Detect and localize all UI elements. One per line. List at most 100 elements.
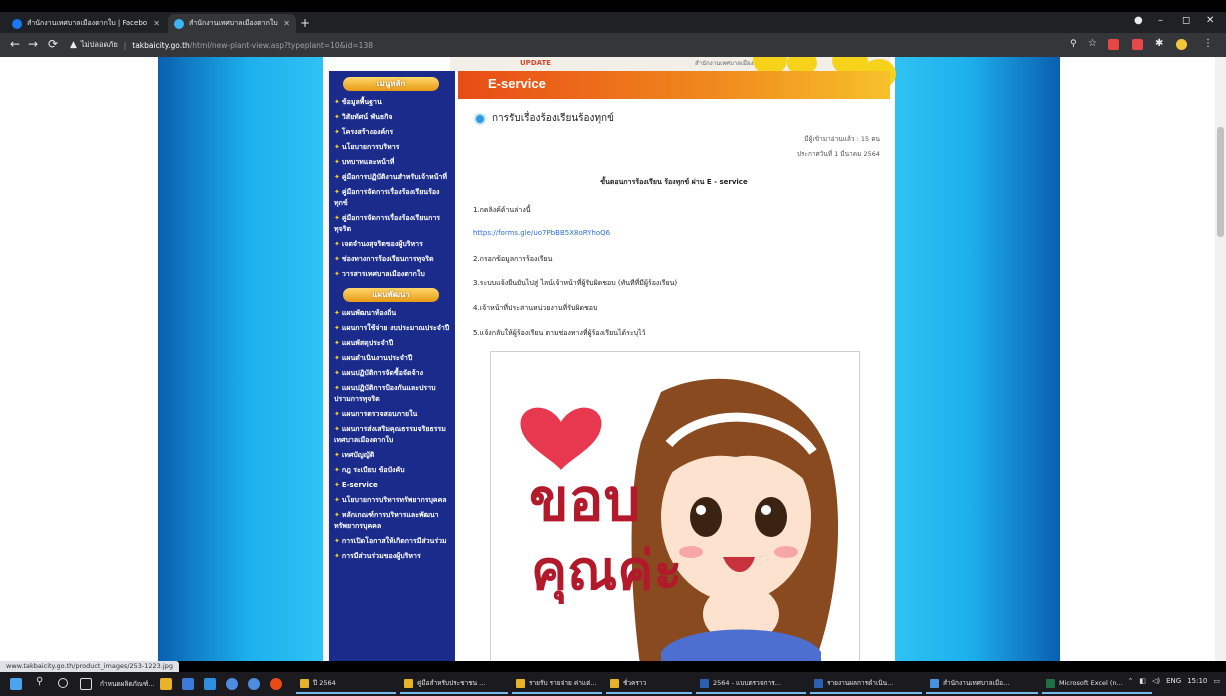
bullet-icon: ✦ (334, 158, 340, 166)
sidebar-item[interactable]: ✦ เทศบัญญัติ (329, 448, 455, 463)
menu-header-plan: แผนพัฒนา (343, 288, 439, 302)
extension-icon[interactable] (1108, 39, 1119, 50)
sidebar-item-label: แผนดำเนินงานประจำปี (341, 354, 413, 362)
sidebar-item-label: แผนการส่งเสริมคุณธรรมจริยธรรมเทศบาลเมือง… (334, 425, 446, 444)
tab-facebook[interactable]: สำนักงานเทศบาลเมืองตากใบ | Facebo ✕ (6, 14, 166, 33)
network-icon[interactable]: ◧ (1139, 677, 1146, 685)
bullet-icon: ✦ (334, 98, 340, 106)
banner-subtitle: สำนักงานเทศบาลเมือง (695, 60, 754, 67)
firefox-icon[interactable] (270, 678, 282, 690)
menu-icon[interactable]: ⋮ (1203, 38, 1213, 49)
bullet-icon: ✦ (334, 339, 340, 347)
sidebar-item[interactable]: ✦ โครงสร้างองค์กร (329, 125, 455, 140)
sidebar-item-label: เทศบัญญัติ (341, 451, 375, 459)
star-icon[interactable]: ☆ (1088, 38, 1097, 49)
sidebar-item[interactable]: ✦ นโยบายการบริหาร (329, 140, 455, 155)
view-count: มีผู้เข้ามาอ่านแล้ว : 15 คน (804, 135, 880, 143)
post-title: การรับเรื่องร้องเรียนร้องทุกข์ (474, 111, 614, 126)
volume-icon[interactable]: ◁) (1152, 677, 1160, 685)
system-tray: ⌃ ◧ ◁) ENG 15:10 ▭ (1127, 677, 1220, 685)
taskbar-app[interactable]: คู่มือสำหรับประชาชน ... (400, 674, 508, 694)
close-icon[interactable]: ✕ (283, 19, 290, 28)
thank-you-image[interactable]: ขอบ คุณค่ะ (490, 351, 860, 661)
taskbar-app[interactable]: ชั่วคราว (606, 674, 692, 694)
sidebar-item[interactable]: ✦ ช่องทางการร้องเรียนการทุจริต (329, 252, 455, 267)
taskbar-app[interactable]: รายงานผลการดำเนิน... (810, 674, 922, 694)
menu-header-main: เมนูหลัก (343, 77, 439, 91)
sidebar-item[interactable]: ✦ แผนการตรวจสอบภายใน (329, 407, 455, 422)
sidebar-item[interactable]: ✦ เจตจำนงสุจริตของผู้บริหาร (329, 237, 455, 252)
plan-menu-list: ✦ แผนพัฒนาท้องถิ่น ✦ แผนการใช้จ่าย งบประมาณ… (329, 306, 455, 564)
forward-button[interactable]: → (28, 37, 38, 51)
blush (774, 546, 798, 558)
browser-icon[interactable] (248, 678, 260, 690)
maximize-button[interactable]: ◻ (1182, 15, 1190, 26)
app-icon (404, 678, 413, 688)
back-button[interactable]: ← (10, 37, 20, 51)
sidebar-item[interactable]: ✦ คู่มือการปฏิบัติงานสำหรับเจ้าหน้าที่ (329, 170, 455, 185)
sidebar-item[interactable]: ✦ นโยบายการบริหารทรัพยากรบุคคล (329, 493, 455, 508)
search-icon[interactable]: ⚲ (36, 676, 48, 688)
bullet-icon: ✦ (334, 240, 340, 248)
taskbar-app[interactable]: ปี 2564 (296, 674, 396, 694)
sidebar-item[interactable]: ✦ บทบาทและหน้าที่ (329, 155, 455, 170)
minimize-button[interactable]: – (1158, 15, 1163, 26)
avatar[interactable] (1176, 39, 1187, 50)
sidebar-item[interactable]: ✦ แผนพัฒนาท้องถิ่น (329, 306, 455, 321)
task-view-icon[interactable] (80, 678, 92, 690)
sidebar-item[interactable]: ✦ แผนปฏิบัติการจัดซื้อจัดจ้าง (329, 366, 455, 381)
app-icon[interactable] (204, 678, 216, 690)
reload-button[interactable]: ⟳ (48, 37, 58, 51)
address-bar[interactable]: ▲ ไม่ปลอดภัย | takbaicity.go.th /html/ne… (70, 36, 1070, 54)
sidebar-item[interactable]: ✦ หลักเกณฑ์การบริหารและพัฒนาทรัพยากรบุคคล (329, 508, 455, 534)
sidebar-item[interactable]: ✦ คู่มือการจัดการเรื่องร้องเรียนร้องทุกข์ (329, 185, 455, 211)
sidebar-item-label: คู่มือการจัดการเรื่องร้องเรียนการทุจริต (334, 214, 441, 233)
extension-icon[interactable] (1132, 39, 1143, 50)
profile-icon[interactable]: ● (1134, 15, 1143, 26)
close-window-button[interactable]: ✕ (1206, 15, 1214, 26)
file-explorer-icon[interactable] (160, 678, 172, 690)
language-indicator[interactable]: ENG (1166, 677, 1181, 685)
sidebar-item[interactable]: ✦ แผนพัสดุประจำปี (329, 336, 455, 351)
bullet-icon: ✦ (334, 354, 340, 362)
taskbar-app[interactable]: กำหนดผลิตภัณฑ์... (96, 674, 156, 694)
taskbar-app[interactable]: 2564 - แบบตรวจการ... (696, 674, 806, 694)
page-scrollbar[interactable] (1215, 57, 1226, 661)
chrome-icon[interactable] (226, 678, 238, 690)
new-tab-button[interactable]: + (300, 16, 310, 30)
sidebar-item[interactable]: ✦ E-service (329, 478, 455, 493)
puzzle-icon[interactable]: ✱ (1155, 38, 1163, 49)
cortana-icon[interactable] (58, 678, 68, 688)
app-icon (1046, 678, 1055, 688)
form-link[interactable]: https://forms.gle/uo7PbBB5X8oRYhoQ6 (473, 229, 610, 237)
sidebar-item[interactable]: ✦ แผนการใช้จ่าย งบประมาณประจำปี (329, 321, 455, 336)
sidebar-item[interactable]: ✦ วารสารเทศบาลเมืองตากใบ (329, 267, 455, 282)
sidebar-item[interactable]: ✦ แผนปฏิบัติการป้องกันและปราบปรามการทุจริ… (329, 381, 455, 407)
bullet-icon: ✦ (334, 384, 340, 392)
taskbar-app-label: ปี 2564 (313, 679, 336, 687)
scrollbar-thumb[interactable] (1217, 127, 1224, 237)
sidebar-item[interactable]: ✦ แผนการส่งเสริมคุณธรรมจริยธรรมเทศบาลเมือ… (329, 422, 455, 448)
clock[interactable]: 15:10 (1187, 677, 1207, 685)
sidebar-item[interactable]: ✦ ข้อมูลพื้นฐาน (329, 95, 455, 110)
sidebar-item[interactable]: ✦ คู่มือการจัดการเรื่องร้องเรียนการทุจริต (329, 211, 455, 237)
taskbar-app[interactable]: สำนักงานเทศบาลเมือ... (926, 674, 1038, 694)
notification-icon[interactable]: ▭ (1213, 677, 1220, 685)
sidebar-item[interactable]: ✦ แผนดำเนินงานประจำปี (329, 351, 455, 366)
tab-takbaicity[interactable]: สำนักงานเทศบาลเมืองตากใบ 7/55 หม ✕ (168, 14, 296, 33)
bullet-icon: ✦ (334, 425, 340, 433)
sidebar-item[interactable]: ✦ การเปิดโอกาสให้เกิดการมีส่วนร่วม (329, 534, 455, 549)
zoom-icon[interactable]: ⚲ (1070, 39, 1077, 49)
sidebar-item-label: แผนปฏิบัติการจัดซื้อจัดจ้าง (341, 369, 424, 377)
thank-you-text-line2: คุณค่ะ (531, 538, 683, 602)
sidebar-item[interactable]: ✦ กฎ ระเบียบ ข้อบังคับ (329, 463, 455, 478)
bullet-icon (474, 112, 486, 125)
taskbar-app[interactable]: รายรับ รายจ่าย ค่าแต่... (512, 674, 602, 694)
sidebar-item[interactable]: ✦ วิสัยทัศน์ พันธกิจ (329, 110, 455, 125)
chevron-up-icon[interactable]: ⌃ (1127, 677, 1133, 685)
store-icon[interactable] (182, 678, 194, 690)
sidebar-item-label: กฎ ระเบียบ ข้อบังคับ (341, 466, 405, 474)
sidebar-item[interactable]: ✦ การมีส่วนร่วมของผู้บริหาร (329, 549, 455, 564)
windows-start-icon[interactable] (10, 678, 22, 690)
close-icon[interactable]: ✕ (153, 19, 160, 28)
